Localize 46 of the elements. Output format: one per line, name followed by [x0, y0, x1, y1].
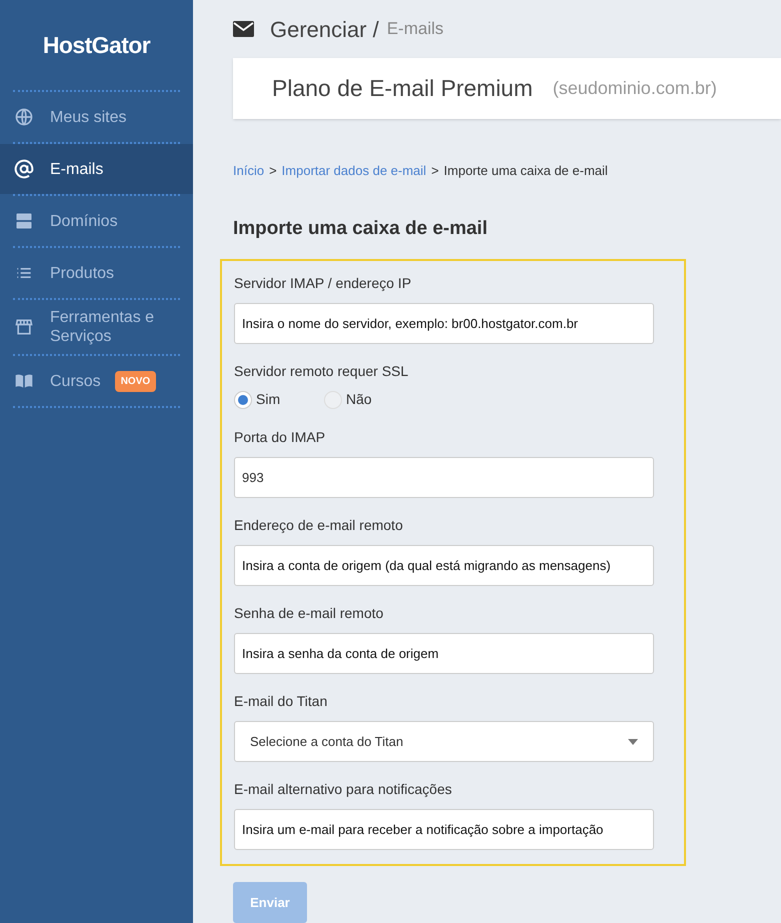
input-field[interactable]: Insira a senha da conta de origem: [234, 633, 654, 674]
radio-option[interactable]: Não: [324, 389, 384, 410]
new-badge: NOVO: [114, 370, 156, 392]
input-field[interactable]: Insira um e-mail para receber a notificação sobre a importação: [234, 809, 654, 850]
sidebar-item[interactable]: Cursos NOVO: [0, 356, 193, 406]
caret-icon: [628, 738, 638, 744]
plan-domain: (seudominio.com.br): [552, 77, 717, 100]
logo: HostGator: [42, 30, 150, 60]
form-title: Importe uma caixa de e-mail: [233, 216, 488, 240]
at-sign-icon: [14, 159, 34, 179]
field-label: Senha de e-mail remoto: [234, 604, 384, 623]
server-icon: [14, 211, 34, 231]
field-label: Endereço de e-mail remoto: [234, 516, 404, 535]
sidebar-label: Domínios: [50, 212, 119, 230]
field-label: E-mail alternativo para notificações: [234, 780, 453, 799]
field-label: Servidor remoto requer SSL: [234, 362, 410, 381]
breadcrumb-link[interactable]: Início: [233, 161, 264, 180]
field-label: Porta do IMAP: [234, 428, 326, 447]
radio-button[interactable]: [234, 390, 252, 408]
sidebar-label: Cursos: [50, 372, 101, 390]
page-title: Gerenciar /: [270, 16, 379, 44]
field-label: Servidor IMAP / endereço IP: [234, 274, 412, 293]
breadcrumb-current: Importe uma caixa de e-mail: [444, 162, 608, 180]
input-field[interactable]: Insira a conta de origem (da qual está migrando as mensagens): [234, 545, 654, 586]
page-subtitle: E-mails: [386, 18, 444, 40]
plan-name: Plano de E-mail Premium: [272, 74, 533, 104]
input-field[interactable]: 993: [234, 457, 654, 498]
breadcrumb-separator: >: [431, 162, 439, 180]
field-label: E-mail do Titan: [234, 692, 328, 711]
select-field[interactable]: Selecione a conta do Titan: [234, 721, 654, 762]
radio-option[interactable]: Sim: [234, 389, 294, 410]
sidebar-item[interactable]: E-mails: [0, 144, 193, 194]
sidebar-label: E-mails: [50, 160, 104, 178]
sidebar-label: Produtos: [50, 264, 116, 282]
globe-icon: [14, 107, 34, 127]
breadcrumb-link[interactable]: Importar dados de e-mail: [282, 161, 426, 180]
sidebar-label: Meus sites: [50, 108, 128, 126]
sidebar-item[interactable]: Meus sites: [0, 92, 193, 142]
breadcrumb-separator: >: [269, 162, 277, 180]
envelope-icon: [233, 21, 254, 37]
storefront-icon: [14, 317, 34, 337]
sidebar-item[interactable]: Ferramentas e Serviços: [0, 300, 193, 354]
sidebar-item[interactable]: Domínios: [0, 196, 193, 246]
sidebar-item[interactable]: Produtos: [0, 248, 193, 298]
input-field[interactable]: Insira o nome do servidor, exemplo: br00.hostgator.com.br: [234, 303, 654, 344]
sidebar-label: Ferramentas e Serviços: [50, 308, 156, 346]
